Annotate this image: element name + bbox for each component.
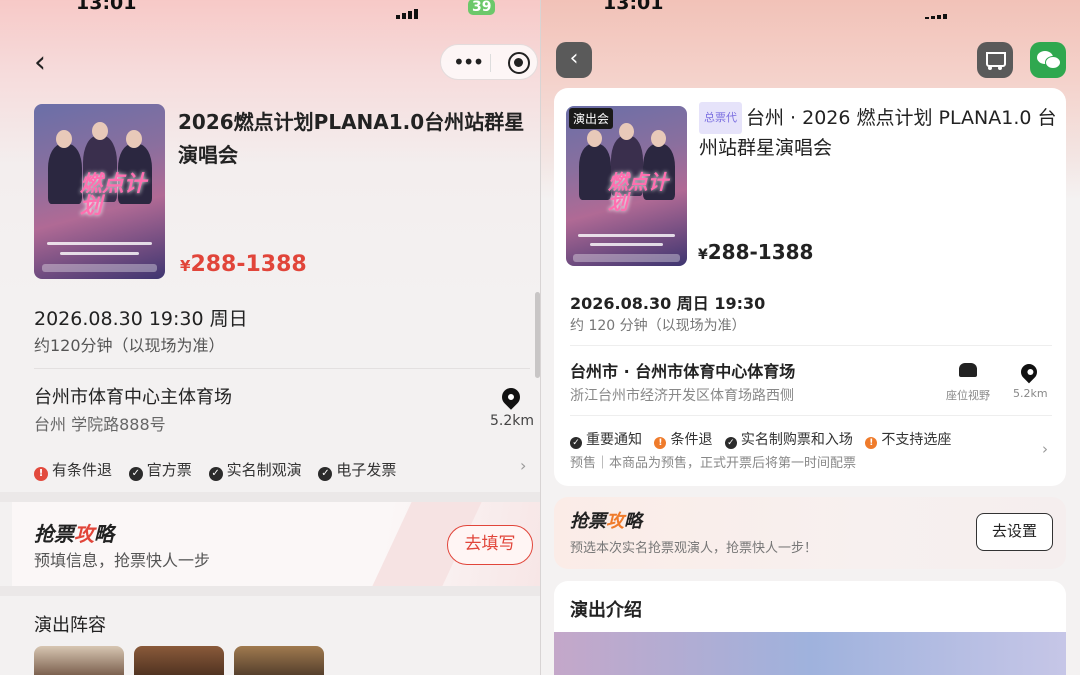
tag-notice: ✓ 重要通知	[570, 429, 642, 449]
alert-icon: !	[865, 437, 878, 449]
check-icon: ✓	[724, 437, 737, 449]
venue-name[interactable]: 台州市体育中心主体育场	[34, 383, 232, 409]
tag-official: ✓ 官方票	[128, 459, 192, 481]
service-tags[interactable]: ! 有条件退 ✓ 官方票 ✓ 实名制观演 ✓ 电子发票	[34, 459, 408, 481]
strategy-subtitle: 预选本次实名抢票观演人，抢票快人一步！	[570, 541, 818, 556]
signal-icon	[925, 0, 949, 19]
category-ribbon: 演出会	[569, 108, 614, 129]
event-duration: 约 120 分钟（以现场为准）	[570, 318, 746, 334]
fill-in-button[interactable]: 去填写	[447, 525, 533, 565]
distance: 5.2km	[490, 413, 535, 429]
more-icon[interactable]: •••	[453, 50, 484, 74]
tag-no-seat-select: ! 不支持选座	[865, 429, 951, 449]
set-up-button[interactable]: 去设置	[976, 513, 1053, 551]
poster-title: 燃点计划	[608, 170, 668, 214]
intro-banner-image[interactable]	[554, 632, 1066, 675]
signal-icon	[396, 0, 420, 19]
cast-section-title: 演出阵容	[34, 615, 106, 636]
status-time: 13:01	[76, 0, 137, 14]
intro-section-title: 演出介绍	[570, 600, 642, 621]
service-tags[interactable]: ✓ 重要通知 ! 条件退 ✓ 实名制购票和入场 ! 不支持选座	[570, 429, 959, 449]
check-icon: ✓	[570, 437, 582, 449]
check-icon: ✓	[318, 467, 333, 481]
wechat-share-icon[interactable]	[1030, 42, 1066, 78]
distance: 5.2km	[1013, 387, 1048, 400]
event-duration: 约120分钟（以现场为准）	[34, 336, 225, 355]
tag-refund: ! 条件退	[654, 429, 712, 449]
ticket-strategy-banner: 抢票攻略 预填信息，抢票快人一步 去填写	[12, 502, 540, 586]
alert-icon: !	[34, 467, 48, 481]
venue-address[interactable]: 浙江台州市经济开发区体育场路西侧	[570, 385, 794, 405]
cast-avatar[interactable]	[134, 646, 224, 675]
price-range: ¥288-1388	[698, 240, 814, 264]
ticket-strategy-banner: 抢票攻略 预选本次实名抢票观演人，抢票快人一步！ 去设置	[554, 497, 1066, 569]
back-icon[interactable]: ‹	[34, 48, 46, 78]
event-poster[interactable]: 燃点计划	[566, 106, 687, 266]
venue-name[interactable]: 台州市 · 台州市体育中心体育场	[570, 358, 795, 382]
venue-address[interactable]: 台州 学院路888号	[34, 411, 166, 435]
event-title: 2026燃点计划PLANA1.0台州站群星演唱会	[178, 110, 525, 167]
cart-icon[interactable]	[977, 42, 1013, 78]
event-poster[interactable]: 燃点计划	[34, 104, 165, 279]
tag-invoice: ✓ 电子发票	[318, 459, 396, 481]
tag-realname: ✓ 实名制购票和入场	[724, 429, 853, 449]
event-date: 2026.08.30 19:30 周日	[34, 308, 248, 330]
battery-icon: 39	[468, 0, 496, 20]
back-button[interactable]: ‹	[556, 42, 592, 78]
seat-view-icon[interactable]	[959, 363, 977, 377]
miniprogram-capsule: •••	[440, 44, 538, 80]
alert-icon: !	[654, 437, 667, 449]
divider	[34, 368, 530, 369]
presale-note: 预售｜本商品为预售，正式开票后将第一时间配票	[570, 456, 857, 471]
event-date: 2026.08.30 周日 19:30	[570, 294, 766, 313]
right-app-screen: 13:01 ‹ 燃点计划 演出会 总票代 台州 · 2026 燃点计划 PLANA…	[541, 0, 1080, 675]
strategy-title: 抢票攻略	[34, 522, 114, 546]
seat-view-label[interactable]: 座位视野	[946, 387, 990, 403]
left-app-screen: 13:01 39 ‹ ••• 燃点计划 2026燃点计划PLANA1.0台州站群…	[0, 0, 540, 675]
chevron-right-icon[interactable]: ›	[1042, 440, 1048, 458]
price-range: ¥288-1388	[180, 252, 307, 277]
tag-refund: ! 有条件退	[34, 459, 112, 481]
chevron-right-icon[interactable]: ›	[520, 456, 526, 475]
strategy-title: 抢票攻略	[570, 511, 642, 532]
strategy-subtitle: 预填信息，抢票快人一步	[34, 551, 211, 570]
tag-realname: ✓ 实名制观演	[208, 459, 302, 481]
cast-avatar[interactable]	[34, 646, 124, 675]
poster-title: 燃点计划	[80, 172, 147, 219]
check-icon: ✓	[128, 467, 143, 481]
status-time: 13:01	[603, 0, 664, 14]
location-pin-icon[interactable]	[498, 384, 524, 410]
event-title: 总票代 台州 · 2026 燃点计划 PLANA1.0 台州站群星演唱会	[699, 102, 1059, 162]
close-miniprogram-icon[interactable]	[508, 52, 530, 74]
check-icon: ✓	[208, 467, 223, 481]
agent-badge: 总票代	[699, 102, 742, 134]
cast-avatar[interactable]	[234, 646, 324, 675]
